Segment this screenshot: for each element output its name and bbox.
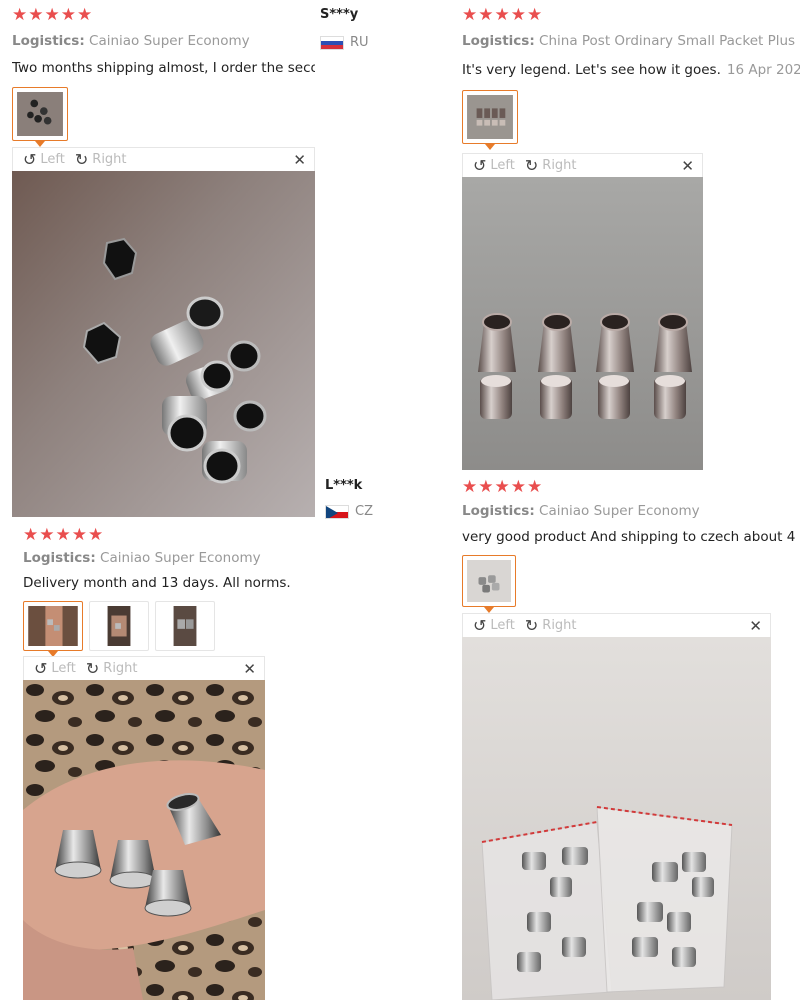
rotate-right-icon: ↻	[524, 616, 539, 635]
close-icon[interactable]: ✕	[243, 660, 256, 678]
logistics-value: Cainiao Super Economy	[100, 550, 261, 566]
thumbnail-image	[467, 560, 511, 602]
logistics-info: Logistics: Cainiao Super Economy	[23, 550, 261, 566]
rotate-left-icon: ↺	[23, 150, 37, 169]
rating-stars: ★ ★ ★ ★ ★	[462, 479, 542, 496]
rotate-right-label: Right	[542, 158, 577, 173]
star-icon: ★	[462, 5, 478, 25]
review-thumbnail[interactable]	[155, 601, 215, 651]
rotate-right-button[interactable]: ↻ Right	[525, 616, 577, 635]
rotate-left-label: Left	[490, 618, 515, 633]
star-icon: ★	[71, 525, 87, 545]
image-toolbar: ↺ Left ↻ Right ✕	[462, 613, 771, 637]
image-toolbar: ↺ Left ↻ Right ✕	[462, 153, 703, 177]
thumbnail-image	[467, 95, 513, 139]
logistics-info: Logistics: Cainiao Super Economy	[462, 503, 700, 519]
review-thumbnail[interactable]	[12, 87, 68, 147]
review-date: 16 Apr 2020	[726, 62, 800, 78]
image-toolbar: ↺ Left ↻ Right ✕	[12, 147, 315, 171]
logistics-value: Cainiao Super Economy	[89, 33, 250, 49]
star-icon: ★	[55, 525, 71, 545]
rotate-left-button[interactable]: ↺ Left	[473, 156, 515, 175]
review-thumbnail[interactable]	[462, 90, 518, 150]
star-icon: ★	[39, 525, 55, 545]
review-thumbnail[interactable]	[462, 555, 516, 613]
rotate-left-button[interactable]: ↺ Left	[23, 150, 65, 169]
star-icon: ★	[527, 5, 543, 25]
rotate-right-icon: ↻	[524, 156, 539, 175]
star-icon: ★	[494, 477, 510, 497]
rotate-left-label: Left	[51, 661, 76, 676]
rotate-left-button[interactable]: ↺ Left	[473, 616, 515, 635]
rotate-right-button[interactable]: ↻ Right	[75, 150, 127, 169]
review-text: very good product And shipping to czech …	[462, 529, 800, 545]
rotate-right-button[interactable]: ↻ Right	[525, 156, 577, 175]
czech-flag-icon	[325, 504, 349, 519]
review-photo	[23, 680, 265, 1000]
star-icon: ★	[510, 477, 526, 497]
reviewer-country: RU	[320, 35, 369, 50]
logistics-info: Logistics: Cainiao Super Economy	[12, 33, 250, 49]
review-photo	[462, 637, 771, 1000]
review-thumbnail[interactable]	[23, 601, 83, 657]
rotate-left-icon: ↺	[473, 616, 487, 635]
thumbnail-image	[94, 606, 144, 646]
star-icon: ★	[44, 5, 60, 25]
logistics-info: Logistics: China Post Ordinary Small Pac…	[462, 33, 795, 49]
country-code: RU	[350, 35, 369, 50]
rotate-right-label: Right	[92, 152, 127, 167]
reviewer-name: L***k	[325, 478, 363, 493]
star-icon: ★	[478, 477, 494, 497]
rating-stars: ★ ★ ★ ★ ★	[462, 7, 542, 24]
review-text: Delivery month and 13 days. All norms.	[23, 575, 291, 591]
rotate-left-label: Left	[40, 152, 65, 167]
star-icon: ★	[60, 5, 76, 25]
country-code: CZ	[355, 504, 373, 519]
rotate-left-button[interactable]: ↺ Left	[34, 659, 76, 678]
reviewer-name: S***y	[320, 7, 359, 22]
review-photo	[462, 177, 703, 470]
rotate-right-icon: ↻	[74, 150, 89, 169]
star-icon: ★	[527, 477, 543, 497]
review-text: It's very legend. Let's see how it goes.…	[462, 62, 800, 78]
rotate-right-label: Right	[542, 618, 577, 633]
logistics-value: China Post Ordinary Small Packet Plus	[539, 33, 796, 49]
star-icon: ★	[77, 5, 93, 25]
star-icon: ★	[88, 525, 104, 545]
star-icon: ★	[510, 5, 526, 25]
thumbnail-image	[28, 606, 78, 646]
review-text: Two months shipping almost, I order the …	[12, 60, 315, 76]
star-icon: ★	[23, 525, 39, 545]
star-icon: ★	[28, 5, 44, 25]
rotate-left-icon: ↺	[34, 659, 48, 678]
rotate-right-label: Right	[103, 661, 138, 676]
logistics-value: Cainiao Super Economy	[539, 503, 700, 519]
logistics-label: Logistics:	[23, 550, 96, 566]
rating-stars: ★ ★ ★ ★ ★	[23, 527, 103, 544]
star-icon: ★	[478, 5, 494, 25]
review-photo	[12, 171, 315, 517]
close-icon[interactable]: ✕	[293, 151, 306, 169]
close-icon[interactable]: ✕	[749, 617, 762, 635]
rotate-right-icon: ↻	[85, 659, 100, 678]
star-icon: ★	[12, 5, 28, 25]
logistics-label: Logistics:	[462, 33, 535, 49]
rotate-left-label: Left	[490, 158, 515, 173]
reviewer-country: CZ	[325, 504, 373, 519]
close-icon[interactable]: ✕	[681, 157, 694, 175]
rotate-left-icon: ↺	[473, 156, 487, 175]
image-toolbar: ↺ Left ↻ Right ✕	[23, 656, 265, 680]
star-icon: ★	[494, 5, 510, 25]
russia-flag-icon	[320, 35, 344, 50]
review-body: It's very legend. Let's see how it goes.	[462, 62, 721, 78]
rotate-right-button[interactable]: ↻ Right	[86, 659, 138, 678]
thumbnail-image	[160, 606, 210, 646]
rating-stars: ★ ★ ★ ★ ★	[12, 7, 92, 24]
logistics-label: Logistics:	[12, 33, 85, 49]
review-thumbnail[interactable]	[89, 601, 149, 651]
thumbnail-image	[17, 92, 63, 136]
star-icon: ★	[462, 477, 478, 497]
logistics-label: Logistics:	[462, 503, 535, 519]
